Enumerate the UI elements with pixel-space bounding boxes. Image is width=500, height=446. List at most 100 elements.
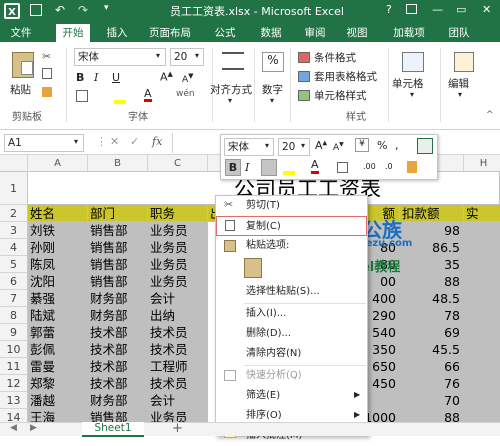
mini-font-color-icon[interactable]: A xyxy=(311,159,319,174)
header-cell-post[interactable]: 职务 xyxy=(148,205,208,222)
cell-deduction[interactable]: 45.5 xyxy=(400,341,464,358)
mini-italic-button[interactable]: I xyxy=(245,161,249,174)
mini-comma-icon[interactable]: , xyxy=(395,139,399,152)
mini-font-size-dropdown-icon[interactable]: ▾ xyxy=(301,141,305,150)
cell-name[interactable]: 王海 xyxy=(28,409,88,422)
mini-font-name-dropdown-icon[interactable]: ▾ xyxy=(265,141,269,150)
name-box[interactable]: A1 xyxy=(4,134,84,152)
menu-item-insert[interactable]: 插入(I)... xyxy=(216,304,367,324)
row-header[interactable]: 12 xyxy=(0,375,28,392)
mini-bold-button[interactable]: B xyxy=(225,159,241,176)
font-name-dropdown-icon[interactable]: ▾ xyxy=(156,51,160,60)
cell-net[interactable] xyxy=(464,239,500,256)
cell-name[interactable]: 潘越 xyxy=(28,392,88,409)
editing-button[interactable]: 编辑 xyxy=(448,76,469,91)
qat-more-icon[interactable]: ▾ xyxy=(104,3,109,13)
bold-button[interactable]: B xyxy=(76,71,84,84)
editing-icon[interactable] xyxy=(454,52,474,72)
conditional-format-icon[interactable] xyxy=(298,52,310,63)
cell-deduction[interactable]: 88 xyxy=(400,409,464,422)
cell-post[interactable]: 出纳 xyxy=(148,307,208,324)
cell-deduction[interactable]: 48.5 xyxy=(400,290,464,307)
cell-dept[interactable]: 财务部 xyxy=(88,307,148,324)
cell-net[interactable] xyxy=(464,222,500,239)
tab-view[interactable]: 视图 xyxy=(340,24,374,42)
tab-home[interactable]: 开始 xyxy=(56,24,90,42)
cell-post[interactable]: 技术员 xyxy=(148,324,208,341)
cells-icon[interactable] xyxy=(402,52,424,72)
mini-align-icon[interactable] xyxy=(261,159,277,176)
mini-fill-color-icon[interactable] xyxy=(283,171,295,175)
alignment-button[interactable]: 对齐方式 xyxy=(210,82,252,97)
cell-post[interactable]: 业务员 xyxy=(148,273,208,290)
insert-function-button[interactable]: fx xyxy=(152,135,162,148)
select-all-corner[interactable] xyxy=(0,155,28,172)
cell-style-icon[interactable] xyxy=(298,90,310,101)
cell-net[interactable] xyxy=(464,375,500,392)
row-header[interactable]: 7 xyxy=(0,290,28,307)
mini-format-grid-icon[interactable] xyxy=(417,138,433,154)
cell-deduction[interactable]: 76 xyxy=(400,375,464,392)
menu-item-copy[interactable]: 复制(C) xyxy=(216,216,367,236)
cell-post[interactable]: 技术员 xyxy=(148,341,208,358)
cell-name[interactable]: 郑黎 xyxy=(28,375,88,392)
mini-grow-font-icon[interactable]: A▲ xyxy=(315,139,327,152)
cell-post[interactable]: 业务员 xyxy=(148,256,208,273)
menu-item-paste-special[interactable]: 选择性粘贴(S)... xyxy=(216,282,367,302)
cell-post[interactable]: 工程师 xyxy=(148,358,208,375)
cell-post[interactable]: 会计 xyxy=(148,392,208,409)
column-header-b[interactable]: B xyxy=(88,155,148,172)
fill-color-icon[interactable] xyxy=(114,100,126,104)
cell-post[interactable]: 业务员 xyxy=(148,239,208,256)
borders-icon[interactable] xyxy=(76,90,88,102)
redo-icon[interactable]: ↷ xyxy=(78,3,88,17)
menu-item-filter[interactable]: 筛选(E) xyxy=(216,386,367,406)
row-header[interactable]: 5 xyxy=(0,256,28,273)
row-header[interactable]: 1 xyxy=(0,172,28,205)
tab-file[interactable]: 文件 xyxy=(4,24,38,42)
cell-dept[interactable]: 技术部 xyxy=(88,324,148,341)
paste-clipboard-icon[interactable] xyxy=(244,258,262,278)
restore-button[interactable]: ▭ xyxy=(456,3,466,16)
row-header[interactable]: 6 xyxy=(0,273,28,290)
mini-percent-icon[interactable]: % xyxy=(377,139,387,152)
cell-net[interactable] xyxy=(464,307,500,324)
column-header-c[interactable]: C xyxy=(148,155,208,172)
row-header[interactable]: 8 xyxy=(0,307,28,324)
cell-dept[interactable]: 销售部 xyxy=(88,256,148,273)
mini-decrease-decimal-icon[interactable]: .0 xyxy=(385,162,393,171)
number-dropdown-icon[interactable]: ▾ xyxy=(270,96,274,105)
mini-borders-icon[interactable] xyxy=(337,162,348,173)
paste-button[interactable]: 粘贴 xyxy=(10,82,31,97)
row-header[interactable]: 14 xyxy=(0,409,28,422)
font-color-icon[interactable]: A xyxy=(144,88,152,102)
header-cell-net[interactable]: 实 xyxy=(464,205,500,222)
table-format-icon[interactable] xyxy=(298,71,310,82)
tab-insert[interactable]: 插入 xyxy=(100,24,134,42)
cell-dept[interactable]: 技术部 xyxy=(88,358,148,375)
tab-addins[interactable]: 加载项 xyxy=(386,24,432,42)
prev-sheet-icon[interactable]: ◀ xyxy=(10,423,17,433)
cell-name[interactable]: 雷曼 xyxy=(28,358,88,375)
cell-dept[interactable]: 技术部 xyxy=(88,341,148,358)
enter-formula-icon[interactable]: ✓ xyxy=(130,135,139,148)
tab-team[interactable]: 团队 xyxy=(442,24,476,42)
underline-button[interactable]: U xyxy=(112,71,120,84)
cut-icon[interactable]: ✂ xyxy=(42,50,51,63)
cell-dept[interactable]: 销售部 xyxy=(88,239,148,256)
cell-deduction[interactable]: 69 xyxy=(400,324,464,341)
percent-icon[interactable]: % xyxy=(262,52,284,72)
row-header[interactable]: 4 xyxy=(0,239,28,256)
cell-name[interactable]: 彭佩 xyxy=(28,341,88,358)
copy-icon[interactable] xyxy=(42,68,52,79)
font-size-dropdown-icon[interactable]: ▾ xyxy=(195,51,199,60)
ribbon-display-icon[interactable] xyxy=(406,4,417,14)
cell-net[interactable] xyxy=(464,358,500,375)
cell-dept[interactable]: 财务部 xyxy=(88,290,148,307)
mini-shrink-font-icon[interactable]: A▼ xyxy=(333,141,344,153)
add-sheet-button[interactable]: + xyxy=(172,421,183,436)
mini-format-painter-icon[interactable] xyxy=(407,161,417,173)
tab-page-layout[interactable]: 页面布局 xyxy=(142,24,198,42)
grow-font-icon[interactable]: A▲ xyxy=(160,70,173,84)
cell-deduction[interactable]: 70 xyxy=(400,392,464,409)
